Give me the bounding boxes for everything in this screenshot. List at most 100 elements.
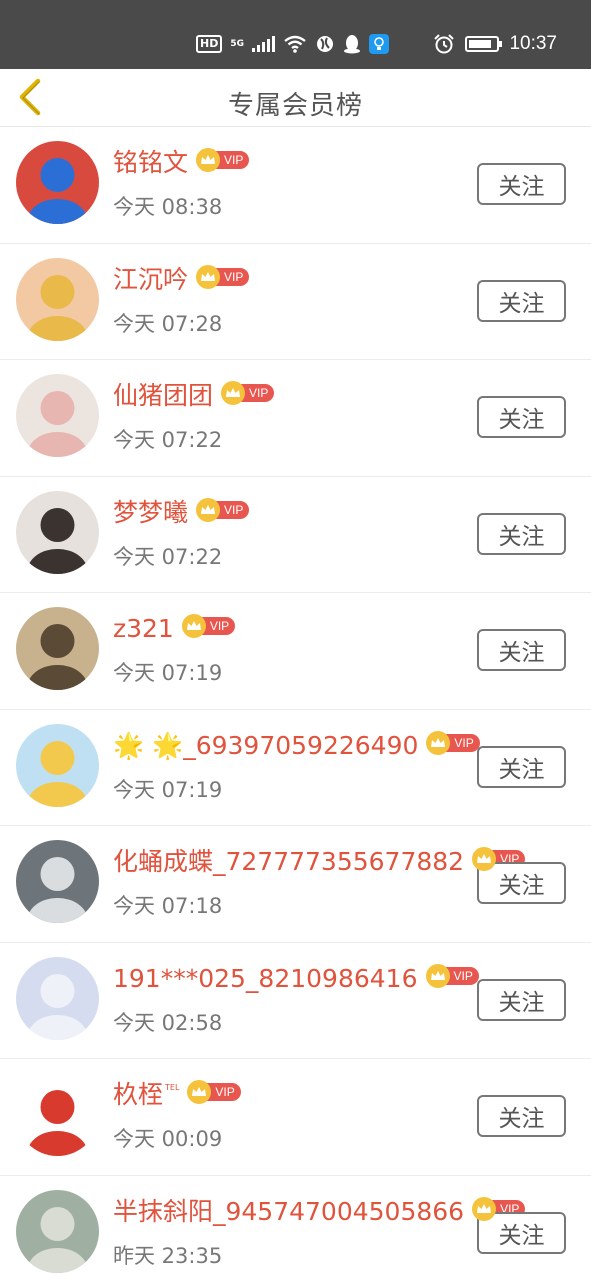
follow-button[interactable]: 关注	[477, 629, 566, 671]
member-name[interactable]: 江沉吟	[113, 262, 188, 298]
avatar-image	[16, 723, 99, 807]
name-line: 化蛹成蝶_727777355677882 VIP	[113, 844, 526, 880]
tel-badge: TEL	[165, 1083, 180, 1092]
avatar[interactable]	[16, 956, 99, 1040]
member-name[interactable]: 梦梦曦	[113, 495, 188, 531]
member-time: 今天 08:38	[113, 195, 223, 219]
member-name[interactable]: 化蛹成蝶_727777355677882	[113, 844, 464, 880]
battery-icon	[465, 36, 503, 52]
wifi-icon	[284, 35, 306, 53]
vip-badge: VIP	[196, 148, 250, 172]
status-right: 10:37	[433, 30, 557, 58]
qq-icon	[344, 35, 360, 54]
member-time: 今天 07:22	[113, 428, 223, 452]
member-row[interactable]: 江沉吟 VIP 今天 07:28 关注	[0, 244, 591, 360]
crown-icon	[472, 1196, 497, 1221]
member-row[interactable]: 仙猪团团 VIP 今天 07:22 关注	[0, 360, 591, 477]
name-line: z321 VIP	[113, 611, 236, 647]
member-name[interactable]: 🌟 🌟_69397059226490	[113, 728, 418, 764]
vip-badge: VIP	[426, 730, 480, 755]
status-left-icons: HD 5G	[196, 30, 389, 58]
avatar-image	[16, 374, 99, 457]
crown-icon	[426, 730, 451, 755]
member-name[interactable]: 半抹斜阳_945747004505866	[113, 1194, 464, 1230]
alarm-icon	[434, 34, 455, 54]
follow-button[interactable]: 关注	[477, 163, 566, 205]
member-name[interactable]: z321	[113, 611, 174, 647]
crown-icon	[181, 614, 206, 638]
crown-icon	[196, 264, 221, 289]
member-time: 今天 07:22	[113, 544, 223, 569]
vip-badge: VIP	[181, 614, 236, 638]
follow-button[interactable]: 关注	[477, 1095, 566, 1137]
follow-button[interactable]: 关注	[477, 279, 566, 322]
header-bar: 专属会员榜	[0, 69, 591, 127]
member-row[interactable]: z321 VIP 今天 07:19 关注	[0, 593, 591, 710]
member-row[interactable]: 化蛹成蝶_727777355677882 VIP 今天 07:18 关注	[0, 826, 591, 943]
avatar[interactable]	[16, 374, 99, 457]
name-line: 杦桎 TEL VIP	[113, 1077, 241, 1113]
follow-button[interactable]: 关注	[477, 396, 566, 438]
member-row[interactable]: 🌟 🌟_69397059226490 VIP 今天 07:19 关注	[0, 710, 591, 826]
avatar[interactable]	[16, 257, 99, 341]
member-name[interactable]: 铭铭文	[113, 145, 188, 181]
crown-icon	[196, 148, 221, 172]
member-row[interactable]: 铭铭文 VIP 今天 08:38 关注	[0, 127, 591, 244]
name-line: 半抹斜阳_945747004505866 VIP	[113, 1194, 526, 1230]
avatar-image	[16, 141, 99, 224]
member-time: 今天 02:58	[113, 1010, 223, 1035]
member-time: 今天 07:28	[113, 311, 223, 336]
member-time: 今天 07:19	[113, 777, 223, 802]
follow-button[interactable]: 关注	[477, 512, 566, 555]
name-line: 铭铭文 VIP	[113, 145, 250, 181]
crown-icon	[221, 381, 246, 405]
avatar-image	[16, 257, 99, 341]
vip-badge: VIP	[196, 264, 250, 289]
member-name[interactable]: 仙猪团团	[113, 378, 213, 414]
avatar[interactable]	[16, 141, 99, 224]
crown-icon	[472, 847, 497, 871]
member-row[interactable]: 191***025_8210986416 VIP 今天 02:58 关注	[0, 943, 591, 1059]
name-line: 🌟 🌟_69397059226490 VIP	[113, 728, 480, 764]
member-time: 今天 00:09	[113, 1127, 223, 1151]
name-line: 仙猪团团 VIP	[113, 378, 275, 414]
vip-badge: VIP	[187, 1080, 241, 1104]
avatar-image	[16, 607, 99, 690]
name-line: 江沉吟 VIP	[113, 262, 250, 298]
avatar[interactable]	[16, 840, 99, 923]
avatar-image	[16, 490, 99, 574]
follow-button[interactable]: 关注	[477, 978, 566, 1021]
vip-badge: VIP	[196, 497, 250, 522]
member-time: 昨天 23:35	[113, 1243, 223, 1268]
crown-icon	[196, 497, 221, 522]
follow-button[interactable]: 关注	[477, 745, 566, 788]
status-bar: HD 5G 10:37	[0, 0, 591, 69]
member-list: 铭铭文 VIP 今天 08:38 关注 江沉吟 VIP 今天 07:28 关注 …	[0, 127, 591, 1280]
vip-badge: VIP	[425, 963, 479, 988]
avatar-image	[16, 956, 99, 1040]
network-type: 5G	[230, 39, 244, 49]
name-line: 191***025_8210986416 VIP	[113, 961, 479, 997]
member-name[interactable]: 杦桎	[113, 1077, 163, 1113]
member-time: 今天 07:18	[113, 894, 223, 918]
name-line: 梦梦曦 VIP	[113, 495, 250, 531]
clock: 10:37	[509, 33, 557, 54]
member-time: 今天 07:19	[113, 661, 223, 685]
crown-icon	[425, 963, 450, 988]
vip-badge: VIP	[221, 381, 275, 405]
page-title: 专属会员榜	[227, 91, 363, 121]
bulb-icon	[369, 34, 389, 54]
avatar-image	[16, 1073, 99, 1156]
avatar[interactable]	[16, 723, 99, 807]
member-row[interactable]: 杦桎 TEL VIP 今天 00:09 关注	[0, 1059, 591, 1176]
globe-icon	[317, 36, 333, 52]
avatar[interactable]	[16, 1073, 99, 1156]
member-row[interactable]: 半抹斜阳_945747004505866 VIP 昨天 23:35 关注	[0, 1176, 591, 1280]
member-row[interactable]: 梦梦曦 VIP 今天 07:22 关注	[0, 477, 591, 593]
avatar[interactable]	[16, 607, 99, 690]
avatar-image	[16, 1189, 99, 1273]
signal-icon	[252, 36, 275, 52]
avatar[interactable]	[16, 490, 99, 574]
member-name[interactable]: 191***025_8210986416	[113, 961, 418, 997]
avatar[interactable]	[16, 1189, 99, 1273]
